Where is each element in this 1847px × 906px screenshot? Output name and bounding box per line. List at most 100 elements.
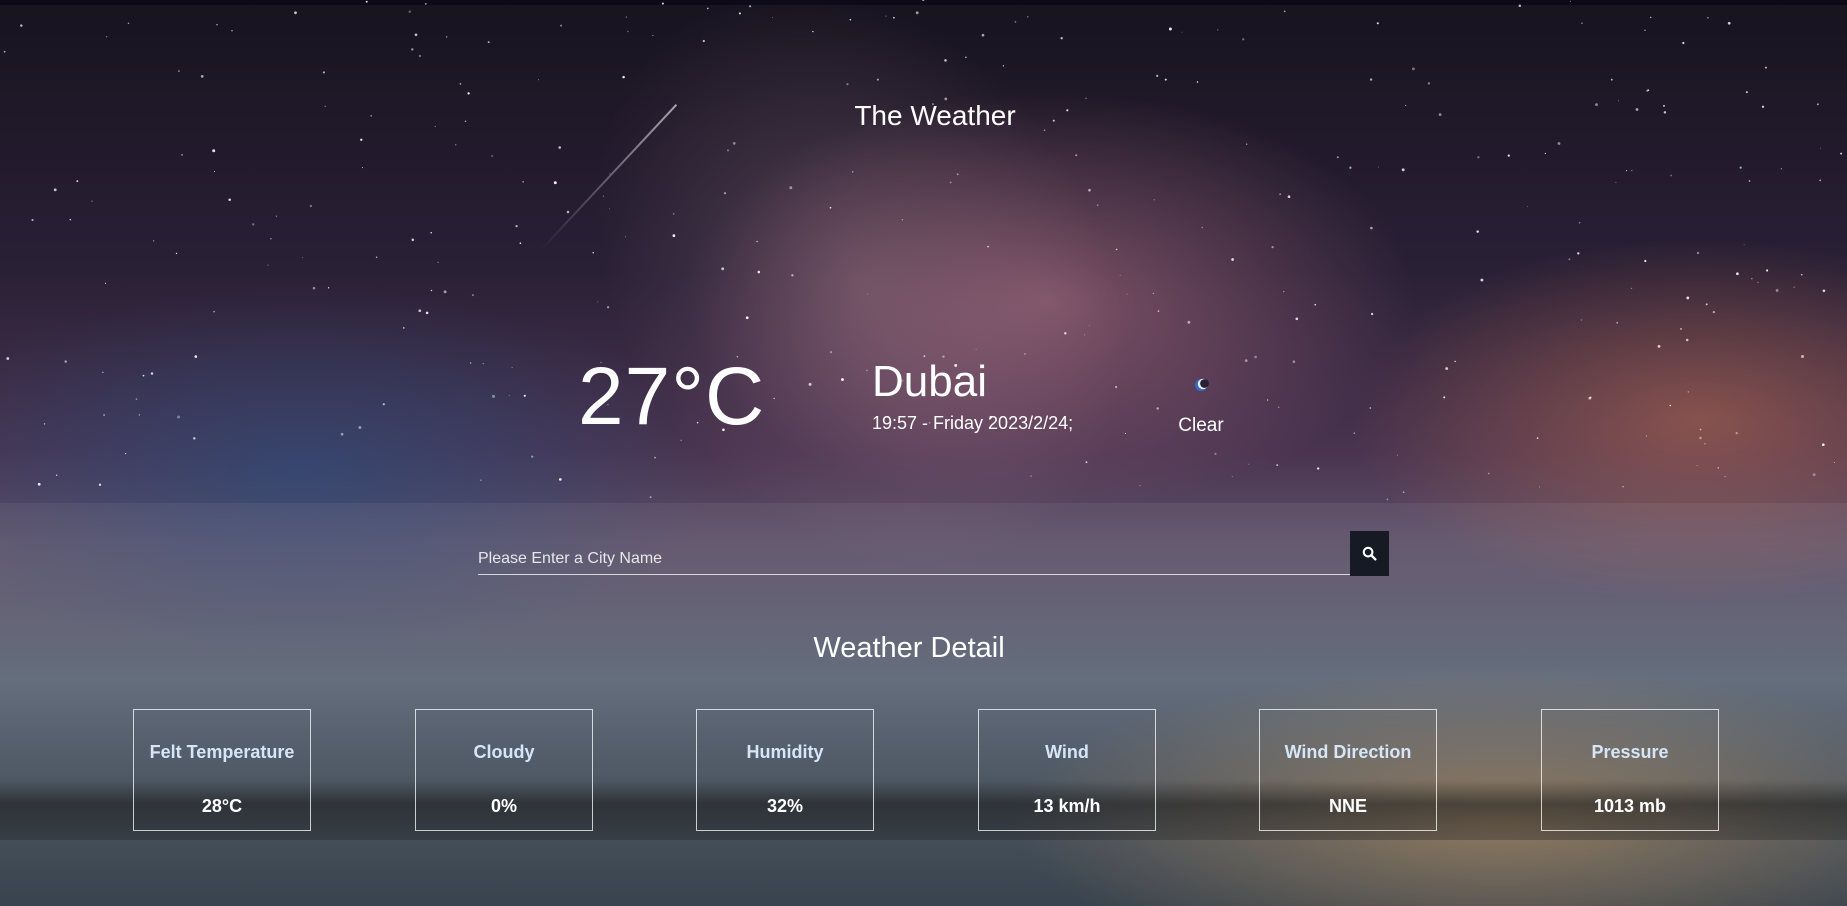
star-dot (1743, 244, 1745, 246)
search-button[interactable] (1350, 531, 1389, 576)
star-dot (181, 154, 183, 156)
star-dot (772, 17, 773, 18)
star-dot (1027, 15, 1029, 18)
star-dot (418, 54, 422, 58)
star-dot (1349, 166, 1352, 169)
star-dot (1152, 292, 1154, 295)
star-dot (1443, 396, 1446, 399)
star-dot (1649, 16, 1652, 19)
star-dot (1644, 259, 1647, 263)
star-dot (1231, 475, 1233, 477)
star-dot (1736, 272, 1739, 276)
star-dot (1775, 288, 1779, 292)
star-dot (231, 30, 233, 32)
star-dot (866, 369, 868, 372)
star-dot (1507, 154, 1510, 157)
star-dot (1699, 428, 1702, 431)
star-dot (652, 34, 654, 37)
star-dot (177, 415, 180, 419)
star-dot (1279, 193, 1282, 196)
star-dot (1696, 465, 1698, 467)
star-dot (327, 287, 330, 289)
star-dot (1187, 320, 1191, 324)
star-dot (382, 403, 385, 406)
star-dot (1115, 386, 1118, 388)
star-dot (98, 483, 102, 486)
star-dot (1295, 317, 1299, 321)
star-dot (738, 12, 741, 15)
detail-card-label: Felt Temperature (149, 742, 295, 762)
city-name: Dubai (872, 357, 987, 406)
current-temperature: 27°C (578, 351, 766, 442)
star-dot (606, 306, 610, 309)
date-time: 19:57 - Friday 2023/2/24; (872, 413, 1074, 433)
star-dot (1242, 38, 1245, 41)
star-dot (812, 30, 814, 33)
detail-card-label: Wind (1045, 742, 1089, 762)
star-dot (1085, 97, 1087, 99)
star-dot (1370, 226, 1373, 230)
star-dot (672, 213, 675, 215)
star-dot (1748, 180, 1751, 182)
star-dot (965, 56, 967, 59)
star-dot (275, 215, 278, 217)
weather-detail-title: Weather Detail (813, 632, 1005, 664)
star-dot (975, 348, 977, 350)
star-dot (1801, 355, 1804, 358)
star-dot (322, 71, 325, 74)
star-dot (1780, 168, 1783, 170)
star-dot (1214, 452, 1217, 455)
star-dot (138, 414, 141, 416)
star-dot (1727, 21, 1731, 25)
star-dot (1196, 81, 1199, 83)
star-dot (1156, 407, 1159, 410)
star-dot (1580, 319, 1582, 321)
star-dot (1686, 296, 1690, 300)
star-dot (1254, 355, 1257, 359)
detail-card-value: 32% (766, 796, 804, 816)
star-dot (1544, 152, 1546, 155)
star-dot (1822, 289, 1826, 293)
star-dot (726, 149, 730, 152)
star-dot (1757, 281, 1759, 283)
star-dot (20, 24, 23, 27)
star-dot (1644, 29, 1646, 31)
star-dot (1669, 404, 1672, 407)
star-dot (1712, 310, 1716, 314)
star-dot (523, 394, 526, 397)
star-dot (375, 256, 378, 259)
star-dot (1631, 169, 1633, 172)
star-dot (654, 456, 656, 459)
star-dot (459, 83, 462, 85)
star-dot (1445, 367, 1449, 370)
star-dot (312, 286, 316, 290)
star-dot (1164, 78, 1167, 81)
star-dot (469, 362, 472, 364)
star-dot (756, 240, 758, 243)
star-dot (1369, 407, 1372, 409)
star-dot (1616, 321, 1619, 324)
star-dot (1336, 156, 1339, 159)
star-dot (1707, 16, 1709, 19)
star-dot (1376, 22, 1379, 25)
star-dot (175, 252, 178, 255)
star-dot (773, 397, 775, 400)
star-dot (1096, 204, 1099, 206)
star-dot (1276, 464, 1279, 467)
star-dot (1292, 360, 1296, 363)
star-dot (625, 16, 628, 18)
star-dot (76, 180, 79, 183)
detail-card-cloudy: Cloudy 0% (415, 709, 593, 831)
star-dot (901, 219, 903, 221)
star-dot (1124, 432, 1127, 435)
star-dot (1064, 332, 1067, 335)
star-dot (53, 188, 57, 192)
star-dot (560, 24, 563, 27)
star-dot (566, 210, 570, 214)
star-dot (213, 171, 215, 172)
star-dot (1153, 199, 1155, 201)
star-dot (1699, 436, 1702, 440)
detail-card-pressure: Pressure 1013 mb (1541, 709, 1719, 831)
star-dot (1569, 0, 1572, 2)
city-search-input[interactable] (478, 531, 1350, 575)
